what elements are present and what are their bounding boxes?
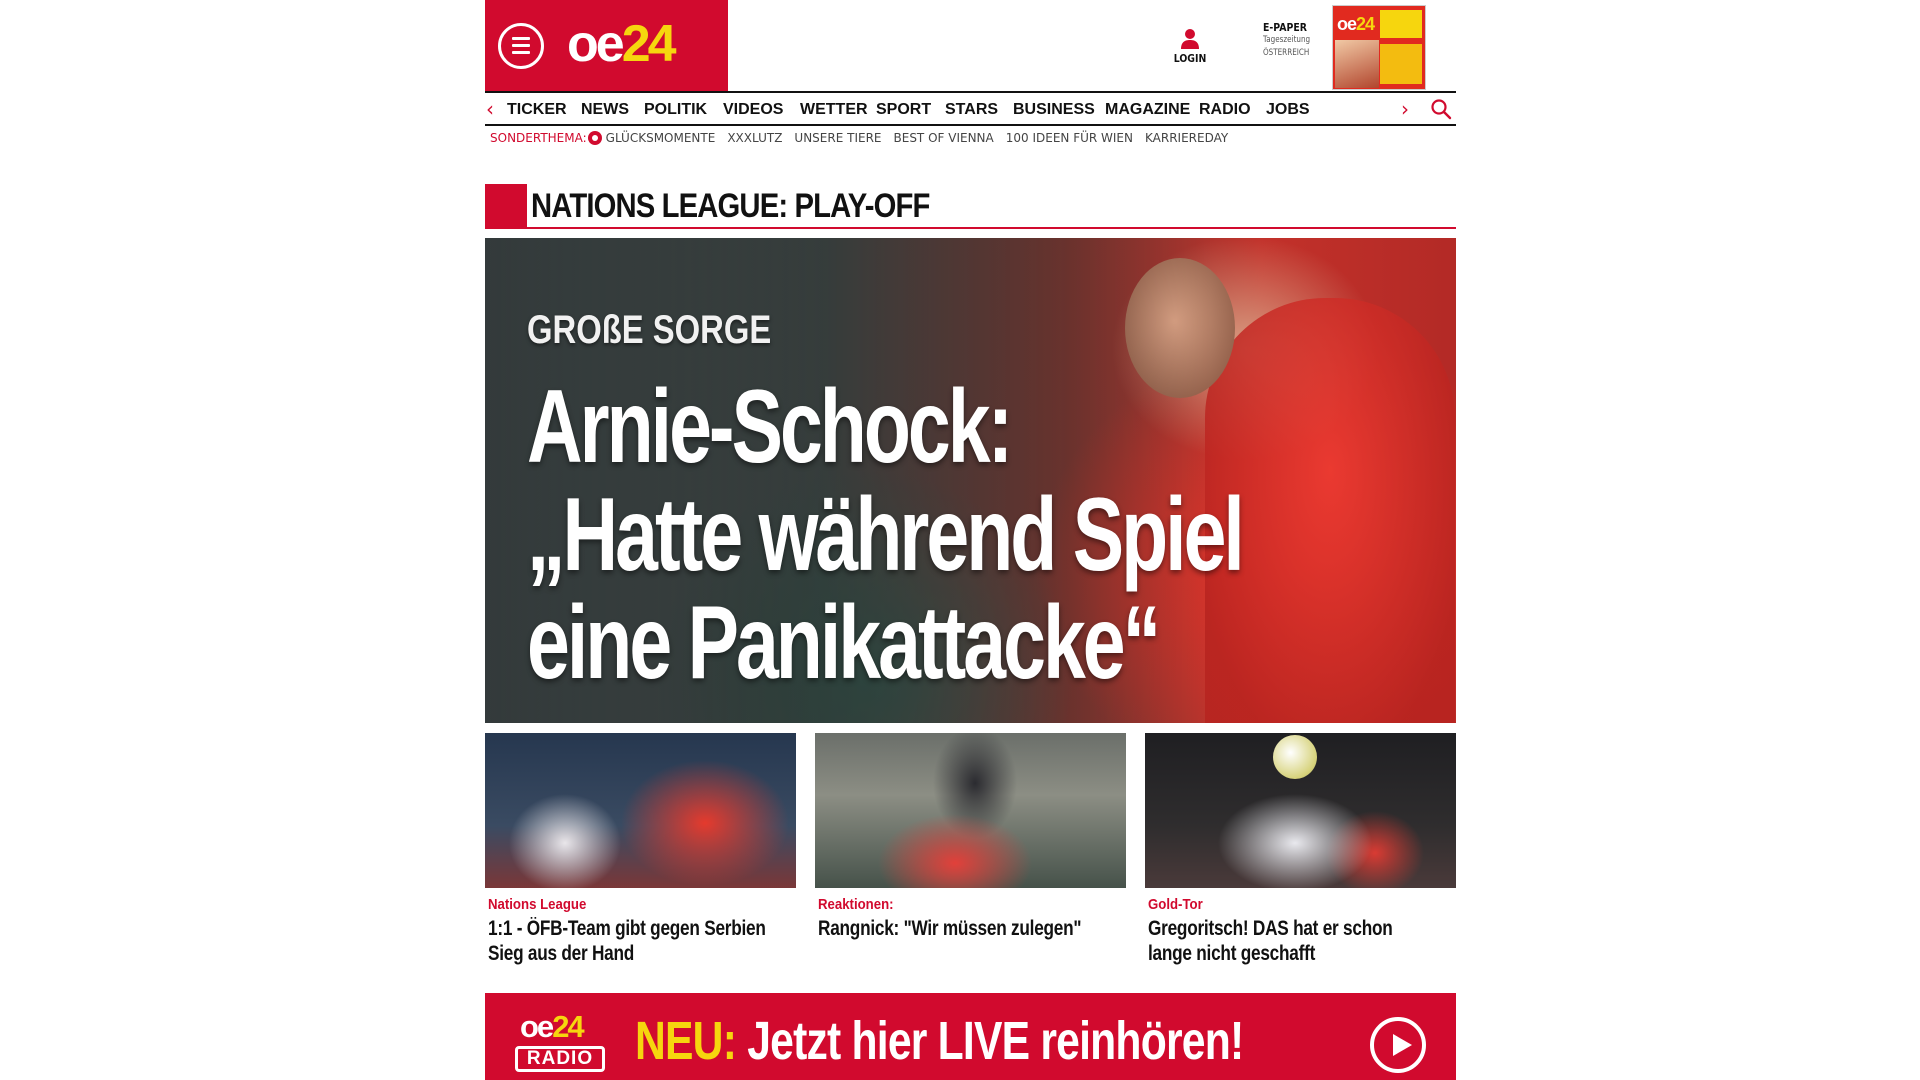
hamburger-menu-icon[interactable] [498,23,544,69]
nav-item-radio[interactable]: RADIO [1199,101,1266,119]
epaper-title: E-PAPER [1263,21,1307,34]
teaser-card[interactable]: Nations League 1:1 - ÖFB-Team gibt gegen… [485,733,796,966]
nav-item-videos[interactable]: VIDEOS [723,101,800,119]
subnav-item-100-ideen[interactable]: 100 IDEEN FÜR WIEN [1006,131,1133,145]
subnav-item-unsere-tiere[interactable]: UNSERE TIERE [794,131,881,145]
radio-live-banner[interactable]: oe24 RADIO NEU: Jetzt hier LIVE reinhöre… [485,993,1456,1080]
play-icon[interactable] [1370,1017,1426,1073]
special-topics-bar: SONDERTHEMA: GLÜCKSMOMENTE XXXLUTZ UNSER… [490,131,1228,145]
subnav-item-karriereday[interactable]: KARRIEREDAY [1145,131,1228,145]
logo-oe: oe [567,15,625,73]
teaser-row: Nations League 1:1 - ÖFB-Team gibt gegen… [485,733,1456,973]
epaper-subtitle: Tageszeitung [1263,35,1311,45]
teaser-image[interactable] [815,733,1126,888]
hero-headline-line1: Arnie-Schock: [527,369,1013,485]
teaser-kicker: Reaktionen: [818,896,894,913]
nav-item-politik[interactable]: POLITIK [644,101,723,119]
teaser-kicker: Gold-Tor [1148,896,1203,913]
radio-logo-wordmark: oe24 [520,1009,585,1044]
nav-item-sport[interactable]: SPORT [876,101,945,119]
teaser-card[interactable]: Reaktionen: Rangnick: "Wir müssen zulege… [815,733,1126,941]
subnav-item-best-of-vienna[interactable]: BEST OF VIENNA [894,131,994,145]
subnav-item-xxxlutz[interactable]: XXXLUTZ [727,131,782,145]
user-icon [1181,29,1199,49]
radio-logo-label: RADIO [515,1046,605,1072]
nav-items: TICKER NEWS POLITIK VIDEOS WETTER SPORT … [507,101,1316,119]
epaper-link[interactable]: E-PAPER Tageszeitung ÖSTERREICH [1263,21,1343,60]
login-label: LOGIN [1173,52,1207,65]
teaser-image[interactable] [1145,733,1456,888]
section-header: NATIONS LEAGUE: PLAY-OFF [485,184,1456,230]
nav-item-business[interactable]: BUSINESS [1013,101,1105,119]
nav-prev-arrow-icon[interactable]: ‹ [486,99,494,119]
teaser-card[interactable]: Gold-Tor Gregoritsch! DAS hat er schon l… [1145,733,1456,966]
hero-kicker: GROßE SORGE [527,308,772,352]
nav-item-jobs[interactable]: JOBS [1266,101,1316,119]
nav-item-ticker[interactable]: TICKER [507,101,581,119]
site-header: oe24 LOGIN E-PAPER Tageszeitung ÖSTERREI… [485,0,1456,91]
hero-headline: Arnie-Schock: „Hatte während Spiel eine … [527,369,1245,701]
epaper-country: ÖSTERREICH [1263,48,1310,58]
lucky-clover-icon [587,131,602,145]
nav-next-arrow-icon[interactable]: › [1401,99,1409,119]
nav-item-wetter[interactable]: WETTER [800,101,876,119]
special-topic-label: SONDERTHEMA: [490,131,587,145]
radio-banner-new-label: NEU: [635,1011,737,1071]
logo-24: 24 [621,15,677,73]
teaser-title[interactable]: Rangnick: "Wir müssen zulegen" [818,916,1105,941]
radio-banner-text: NEU: Jetzt hier LIVE reinhören! [635,1010,1244,1072]
hero-story[interactable]: GROßE SORGE Arnie-Schock: „Hatte während… [485,238,1456,723]
main-nav: ‹ TICKER NEWS POLITIK VIDEOS WETTER SPOR… [485,91,1456,126]
nav-item-news[interactable]: NEWS [581,101,644,119]
login-button[interactable]: LOGIN [1165,28,1215,65]
football-image [1273,735,1317,779]
section-title[interactable]: NATIONS LEAGUE: PLAY-OFF [531,187,930,226]
teaser-image[interactable] [485,733,796,888]
nav-item-stars[interactable]: STARS [945,101,1013,119]
page: oe24 LOGIN E-PAPER Tageszeitung ÖSTERREI… [485,0,1456,1080]
nav-item-magazine[interactable]: MAGAZINE [1105,101,1199,119]
teaser-title[interactable]: Gregoritsch! DAS hat er schon lange nich… [1148,916,1435,966]
section-divider [527,227,1456,229]
radio-banner-cta: Jetzt hier LIVE reinhören! [747,1011,1244,1071]
teaser-kicker: Nations League [488,896,587,913]
radio-logo: oe24 RADIO [514,1009,608,1073]
section-marker [485,184,527,229]
epaper-cover-logo: oe24 [1337,14,1375,34]
subnav-item-gluecksmomente[interactable]: GLÜCKSMOMENTE [606,131,716,145]
site-logo[interactable]: oe24 [567,14,677,74]
epaper-cover-thumbnail[interactable]: oe24 [1332,5,1426,90]
teaser-title[interactable]: 1:1 - ÖFB-Team gibt gegen Serbien Sieg a… [488,916,775,966]
logo-block: oe24 [485,0,728,91]
hero-headline-line3: eine Panikattacke“ [527,585,1161,701]
hero-headline-line2: „Hatte während Spiel [527,477,1245,593]
search-icon[interactable] [1430,98,1452,120]
